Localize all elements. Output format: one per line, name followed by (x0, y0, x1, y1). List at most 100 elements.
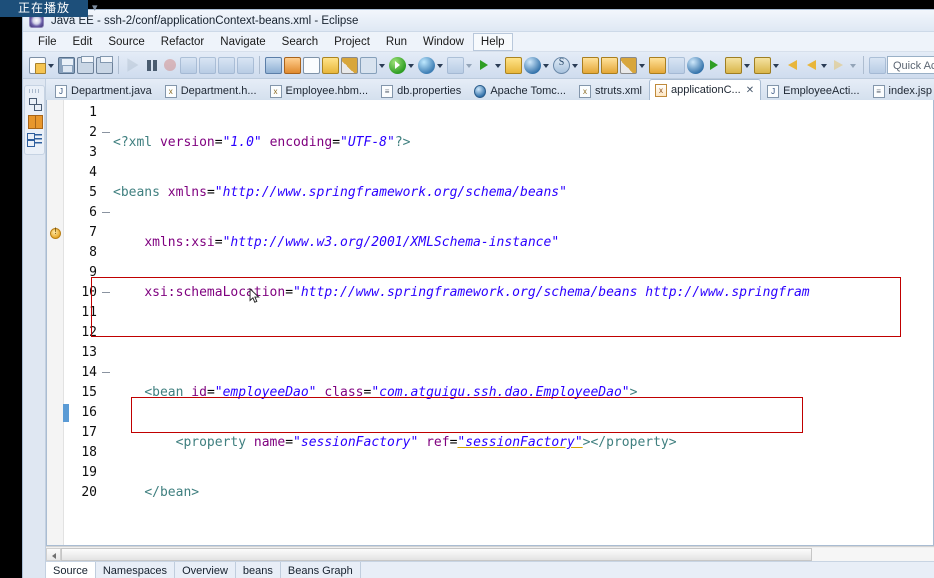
print-icon[interactable] (96, 55, 113, 74)
debug-dropdown-icon[interactable] (436, 57, 445, 74)
link-icon[interactable] (341, 56, 358, 74)
forward-icon[interactable] (831, 57, 848, 74)
page-tab-namespaces[interactable]: Namespaces (96, 562, 176, 578)
tab-employee-hbm[interactable]: x Employee.hbm... (264, 81, 376, 100)
tab-index-jsp[interactable]: ≡ index.jsp (867, 81, 934, 100)
tab-department-java[interactable]: J Department.java (49, 81, 159, 100)
external-tools-dropdown-icon[interactable] (378, 57, 387, 74)
open-resource-alt-icon[interactable] (706, 57, 723, 74)
tab-label: struts.xml (594, 85, 642, 97)
resume-icon[interactable] (127, 58, 139, 72)
pin-editor-dropdown-icon[interactable] (743, 57, 752, 74)
page-tab-beans[interactable]: beans (236, 562, 281, 578)
step-into-icon[interactable] (199, 56, 216, 74)
menu-window[interactable]: Window (416, 34, 471, 50)
folding-ruler[interactable] (100, 100, 113, 545)
open-type-icon[interactable] (303, 56, 320, 74)
back-dropdown-icon[interactable] (820, 57, 829, 74)
tab-apache-tomcat[interactable]: Apache Tomc... (468, 81, 573, 100)
outline-icon[interactable] (27, 132, 42, 147)
line-number: 14 (81, 365, 97, 380)
menu-navigate[interactable]: Navigate (213, 34, 272, 50)
toolbar-separator (118, 56, 119, 74)
page-tab-source[interactable]: Source (46, 562, 96, 578)
step-over-icon[interactable] (218, 56, 235, 74)
menu-run[interactable]: Run (379, 34, 414, 50)
browser-dropdown-icon[interactable] (542, 57, 551, 74)
page-tab-beans-graph[interactable]: Beans Graph (281, 562, 361, 578)
tab-label: Apache Tomc... (490, 85, 566, 97)
save-icon[interactable] (58, 56, 75, 74)
debug-icon[interactable] (418, 56, 435, 74)
menu-search[interactable]: Search (275, 34, 325, 50)
rail-grip[interactable] (29, 89, 40, 93)
new-server-dropdown-icon[interactable] (494, 57, 503, 74)
build-icon[interactable] (284, 56, 301, 74)
menu-project[interactable]: Project (327, 34, 377, 50)
save-all-icon[interactable] (77, 55, 94, 74)
menu-help[interactable]: Help (472, 32, 513, 51)
history-icon[interactable] (505, 56, 522, 74)
step-return-icon[interactable] (237, 56, 254, 74)
annotation-ruler[interactable] (47, 100, 64, 545)
fold-row (100, 103, 113, 123)
markers-icon[interactable] (27, 114, 43, 129)
new-wizard-icon[interactable] (29, 56, 46, 74)
toolbar-separator-2 (259, 56, 260, 74)
struts-icon[interactable] (553, 56, 570, 74)
menu-refactor[interactable]: Refactor (154, 34, 211, 50)
run-icon[interactable] (389, 56, 406, 74)
open-resource-icon[interactable] (582, 56, 599, 74)
run-dropdown-icon[interactable] (407, 57, 416, 74)
minimize-icon[interactable] (869, 56, 886, 74)
menu-file[interactable]: File (31, 34, 64, 50)
tab-db-properties[interactable]: ≡ db.properties (375, 81, 468, 100)
back-icon[interactable] (783, 57, 800, 74)
disconnect-icon[interactable] (180, 56, 197, 74)
warning-icon[interactable] (50, 226, 61, 239)
close-icon[interactable]: ✕ (746, 85, 754, 96)
dim-tool-icon[interactable] (668, 56, 685, 74)
scroll-track[interactable] (61, 547, 934, 561)
fold-toggle-line-10[interactable] (100, 283, 113, 303)
scroll-thumb[interactable] (61, 547, 812, 561)
suspend-icon[interactable] (143, 57, 160, 74)
next-annotation-icon[interactable] (754, 56, 771, 74)
tab-struts-xml[interactable]: x struts.xml (573, 81, 649, 100)
skip-breakpoints-icon[interactable] (265, 56, 282, 74)
code-editor[interactable]: 1 2 3 4 5 6 7 8 9 10 11 12 13 14 (46, 100, 934, 546)
tab-employee-action[interactable]: J EmployeeActi... (761, 81, 866, 100)
coverage-dropdown-icon[interactable] (465, 57, 474, 74)
open-task-icon[interactable] (322, 56, 339, 74)
menu-edit[interactable]: Edit (66, 34, 100, 50)
pin-editor-icon[interactable] (725, 56, 742, 74)
struts-dropdown-icon[interactable] (571, 57, 580, 74)
fold-toggle-line-14[interactable] (100, 363, 113, 383)
search-icon[interactable] (649, 56, 666, 74)
line-number: 6 (89, 205, 97, 220)
browser-icon[interactable] (524, 56, 541, 74)
page-tab-overview[interactable]: Overview (175, 562, 236, 578)
project-explorer-icon[interactable] (27, 96, 42, 111)
code-text-area[interactable]: <?xml version="1.0" encoding="UTF-8"?> <… (113, 100, 933, 545)
forward-dropdown-icon[interactable] (849, 57, 858, 74)
open-folder-icon[interactable] (601, 56, 618, 74)
new-wizard-dropdown-icon[interactable] (47, 57, 56, 74)
scroll-left-button[interactable] (46, 547, 61, 561)
fold-toggle-line-6[interactable] (100, 203, 113, 223)
next-annotation-dropdown-icon[interactable] (772, 57, 781, 74)
quick-access-input[interactable]: Quick Access (887, 56, 934, 74)
validate-icon[interactable] (620, 56, 637, 74)
fold-toggle-line-2[interactable] (100, 123, 113, 143)
previous-annotation-icon[interactable] (802, 57, 819, 74)
menu-source[interactable]: Source (101, 34, 151, 50)
external-tools-icon[interactable] (360, 56, 377, 74)
terminate-icon[interactable] (164, 59, 176, 71)
validate-dropdown-icon[interactable] (638, 57, 647, 74)
horizontal-scrollbar[interactable] (46, 546, 934, 561)
open-perspective-icon[interactable] (687, 56, 704, 74)
tab-department-hbm[interactable]: x Department.h... (159, 81, 264, 100)
tab-application-context[interactable]: x applicationC... ✕ (649, 79, 762, 100)
coverage-icon[interactable] (447, 56, 464, 74)
new-server-icon[interactable] (476, 57, 493, 74)
